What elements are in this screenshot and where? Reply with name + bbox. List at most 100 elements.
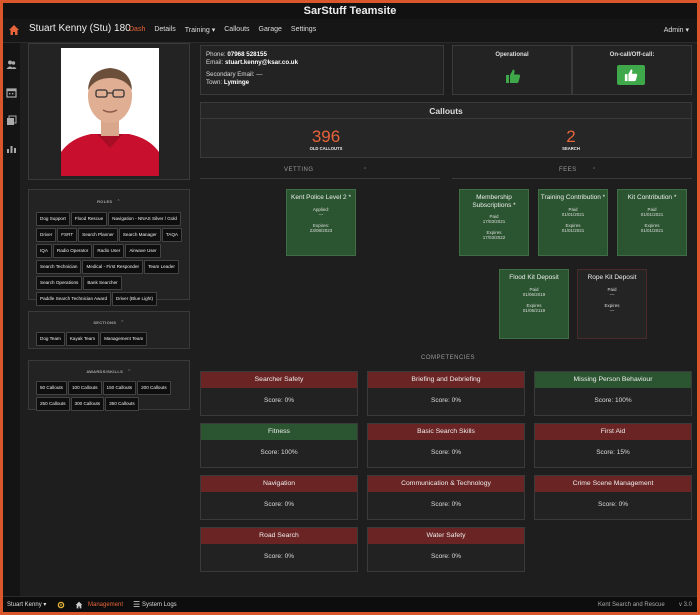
competencies-title: COMPETENCIES (421, 355, 476, 361)
fees-collapse-icon[interactable]: ⌃ (592, 167, 597, 173)
secondary-email-value: — (256, 71, 263, 78)
award-tag: 200 Callouts (137, 381, 171, 395)
vetting-card[interactable]: Kent Police Level 2 * Applied: — Expires… (286, 189, 356, 256)
award-tag: 100 Callouts (67, 381, 102, 395)
card-value: — (609, 291, 615, 297)
competency-score: Score: 0% (264, 397, 294, 404)
role-tag: FSRT (57, 228, 78, 242)
card-value: 01/01/2021 (640, 227, 664, 233)
sections-panel: SECTIONS ⌃ Dog Team Kayak Team Management T… (28, 311, 190, 349)
roles-list: Dog Support Flood Rescue Navigation - NNAS… (36, 212, 186, 308)
competency-score: Score: 100% (594, 397, 632, 404)
card-value: 01/06/2119 (522, 307, 546, 313)
old-callouts-label: OLD CALLOUTS (309, 146, 343, 151)
nav-callouts[interactable]: Callouts (224, 26, 249, 34)
fee-card[interactable]: Kit Contribution * Paid 01/01/2021 Expir… (617, 189, 687, 256)
oncall-toggle-button[interactable] (617, 65, 645, 85)
role-tag: Flood Rescue (70, 212, 108, 226)
competency-name: Water Safety (368, 528, 524, 544)
fee-card[interactable]: Training Contribution * Paid 01/01/2021 … (538, 189, 608, 256)
thumbs-up-icon (506, 69, 521, 83)
role-tag: Driver (36, 228, 57, 242)
fee-card[interactable]: Flood Kit Deposit Paid 01/06/2019 Expire… (499, 269, 569, 339)
competency-card[interactable]: Fitness Score: 100% (200, 423, 358, 468)
calendar-icon[interactable] (6, 87, 17, 98)
home-icon[interactable] (8, 24, 20, 36)
competency-score: Score: 15% (596, 449, 630, 456)
competency-name: Road Search (201, 528, 357, 544)
app-frame: SarStuff Teamsite Stuart Kenny (Stu) 180… (3, 3, 697, 612)
footer-bar: Stuart Kenny ▾ Management ☰ System Logs … (3, 596, 697, 612)
footer-management-link[interactable]: Management (88, 597, 123, 612)
card-value: 17/03/2022 (482, 235, 506, 240)
card-value: 17/03/2021 (482, 219, 506, 224)
nav-garage[interactable]: Garage (259, 26, 282, 34)
competency-card[interactable]: Water Safety Score: 0% (367, 527, 525, 572)
callouts-title: Callouts (201, 103, 691, 119)
profile-photo (61, 48, 159, 176)
role-tag: Paddle Search Technician Award (36, 292, 111, 306)
email-value[interactable]: stuart.kenny@ksar.co.uk (225, 59, 298, 66)
card-title: Kent Police Level 2 * (291, 194, 351, 201)
fees-title: FEES (559, 167, 577, 173)
award-tag: 150 Callouts (102, 381, 137, 395)
footer-system-logs-link[interactable]: System Logs (142, 597, 177, 612)
chart-icon[interactable] (6, 143, 17, 154)
competency-name: Fitness (201, 424, 357, 440)
nav-settings[interactable]: Settings (291, 26, 316, 34)
collapse-icon[interactable]: ⌃ (127, 369, 132, 375)
users-icon[interactable] (6, 59, 17, 70)
card-value: 23/08/2023 (309, 227, 333, 233)
fee-card[interactable]: Membership Subscriptions * Paid 17/03/20… (459, 189, 529, 256)
competency-card[interactable]: Road Search Score: 0% (200, 527, 358, 572)
role-tag: Search Manager (118, 228, 161, 242)
competency-score: Score: 0% (431, 501, 461, 508)
competency-card[interactable]: Searcher Safety Score: 0% (200, 371, 358, 416)
vetting-collapse-icon[interactable]: ⌃ (363, 167, 368, 173)
admin-menu[interactable]: Admin ▾ (664, 26, 689, 34)
role-tag: Navigation - NNAS Silver / Gold (108, 212, 181, 226)
footer-user-menu[interactable]: Stuart Kenny ▾ (7, 597, 46, 612)
collapse-icon[interactable]: ⌃ (116, 199, 121, 205)
competency-score: Score: 0% (431, 553, 461, 560)
card-value: 01/01/2021 (561, 227, 585, 233)
competency-card[interactable]: Communication & Technology Score: 0% (367, 475, 525, 520)
documents-icon[interactable] (6, 115, 17, 126)
card-title: Training Contribution * (540, 194, 606, 201)
gear-icon[interactable] (57, 601, 65, 609)
competency-score: Score: 100% (260, 449, 298, 456)
nav-details[interactable]: Details (154, 26, 175, 34)
logs-icon: ☰ (133, 600, 141, 609)
search-count: 2 (566, 127, 576, 146)
roles-title: ROLES (97, 199, 113, 204)
award-tag: 350 Callouts (105, 397, 139, 411)
competency-card[interactable]: Navigation Score: 0% (200, 475, 358, 520)
sections-list: Dog Team Kayak Team Management Team (36, 332, 186, 348)
competency-card[interactable]: Briefing and Debriefing Score: 0% (367, 371, 525, 416)
collapse-icon[interactable]: ⌃ (120, 320, 125, 326)
nav-training[interactable]: Training ▾ (185, 26, 216, 34)
competency-card[interactable]: Missing Person Behaviour Score: 100% (534, 371, 692, 416)
role-tag: Search Technician (36, 260, 82, 274)
town-value: Lyminge (223, 78, 250, 86)
card-title: Flood Kit Deposit (509, 274, 559, 281)
nav-dash[interactable]: Dash (129, 26, 145, 34)
section-tag: Dog Team (36, 332, 65, 346)
fee-card[interactable]: Rope Kit Deposit Paid — Expires — (577, 269, 647, 339)
competency-card[interactable]: Basic Search Skills Score: 0% (367, 423, 525, 468)
competency-name: Basic Search Skills (368, 424, 524, 440)
competency-name: Navigation (201, 476, 357, 492)
operational-box: Operational (452, 45, 572, 95)
oncall-box: On-call/Off-call: (572, 45, 692, 95)
vetting-divider (200, 178, 440, 179)
fees-divider (452, 178, 692, 179)
competency-card[interactable]: First Aid Score: 15% (534, 423, 692, 468)
home-icon[interactable] (75, 601, 83, 609)
sections-title: SECTIONS (93, 320, 117, 325)
vetting-title: VETTING (284, 167, 314, 173)
competency-card[interactable]: Crime Scene Management Score: 0% (534, 475, 692, 520)
phone-label: Phone: (206, 51, 226, 58)
search-label: SEARCH (562, 146, 580, 151)
phone-value: 07968 528155 (227, 51, 267, 58)
card-value: 01/06/2019 (522, 291, 546, 297)
